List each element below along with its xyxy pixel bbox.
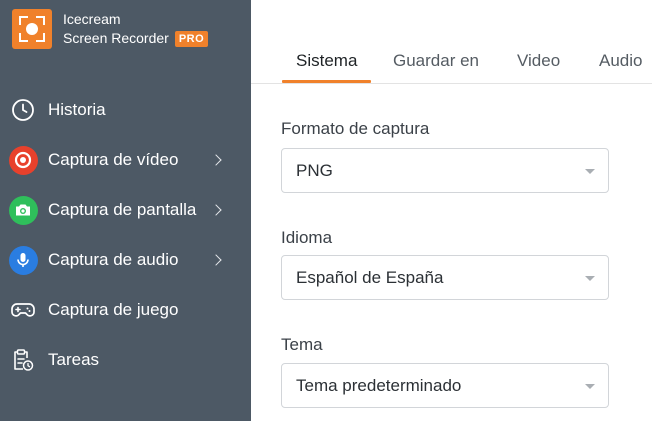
sidebar-item-label: Historia	[48, 100, 106, 119]
theme-value: Tema predeterminado	[296, 376, 462, 395]
app-name-line1: Icecream	[63, 11, 121, 27]
language-label: Idioma	[281, 228, 333, 247]
sidebar-item-audio-capture[interactable]: Captura de audio	[0, 240, 251, 280]
capture-format-select[interactable]: PNG	[281, 148, 609, 193]
sidebar-item-screenshot[interactable]: Captura de pantalla	[0, 190, 251, 230]
camera-icon	[8, 195, 38, 225]
sidebar-item-game-capture[interactable]: Captura de juego	[0, 290, 251, 330]
theme-label: Tema	[281, 335, 323, 354]
sidebar-item-historia[interactable]: Historia	[0, 90, 251, 130]
language-value: Español de España	[296, 268, 444, 287]
tab-sistema[interactable]: Sistema	[296, 51, 357, 71]
tab-audio[interactable]: Audio	[599, 51, 642, 71]
chevron-right-icon	[210, 204, 222, 216]
tab-video[interactable]: Video	[517, 51, 560, 71]
gamepad-icon	[8, 295, 38, 325]
clock-icon	[8, 95, 38, 125]
capture-format-value: PNG	[296, 161, 333, 180]
settings-tabs: Sistema Guardar en Video Audio	[251, 0, 652, 84]
language-select[interactable]: Español de España	[281, 255, 609, 300]
chevron-right-icon	[210, 154, 222, 166]
microphone-icon	[8, 245, 38, 275]
sidebar-item-label: Tareas	[48, 350, 100, 369]
caret-down-icon	[585, 169, 595, 174]
chevron-right-icon	[210, 254, 222, 266]
theme-select[interactable]: Tema predeterminado	[281, 363, 609, 408]
sidebar-item-tasks[interactable]: Tareas	[0, 340, 251, 380]
sidebar-item-label: Captura de vídeo	[48, 150, 179, 169]
app-logo-icon	[12, 9, 52, 49]
tab-guardar-en[interactable]: Guardar en	[393, 51, 479, 71]
caret-down-icon	[585, 276, 595, 281]
app-name: Icecream Screen Recorder PRO	[63, 10, 209, 48]
record-icon	[8, 145, 38, 175]
sidebar-item-video-capture[interactable]: Captura de vídeo	[0, 140, 251, 180]
app-name-line2: Screen Recorder	[63, 30, 169, 46]
pro-badge: PRO	[174, 30, 209, 47]
sidebar-item-label: Captura de pantalla	[48, 200, 197, 219]
sidebar-item-label: Captura de juego	[48, 300, 179, 319]
sidebar: Icecream Screen Recorder PRO Historia Ca…	[0, 0, 251, 421]
app-brand: Icecream Screen Recorder PRO	[12, 9, 209, 49]
tasks-icon	[8, 345, 38, 375]
capture-format-label: Formato de captura	[281, 119, 430, 138]
caret-down-icon	[585, 384, 595, 389]
sidebar-item-label: Captura de audio	[48, 250, 179, 269]
active-tab-indicator	[282, 80, 371, 83]
